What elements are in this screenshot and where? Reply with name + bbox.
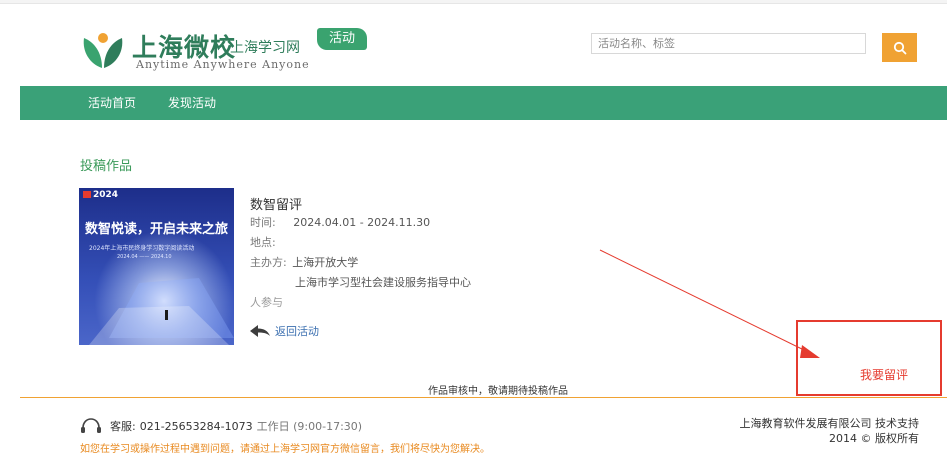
poster-image (79, 188, 234, 345)
place-label: 地点: (250, 236, 276, 249)
activity-place-row: 地点: (250, 234, 276, 250)
back-to-activity-link[interactable]: 返回活动 (250, 323, 319, 339)
poster-year: 2024 (93, 190, 119, 200)
nav-item-home[interactable]: 活动首页 (88, 86, 136, 120)
back-arrow-icon (250, 325, 270, 337)
section-title: 投稿作品 (80, 159, 133, 174)
organizer-label: 主办方: (250, 256, 287, 269)
activity-organizer-row: 主办方: 上海开放大学 (250, 254, 358, 270)
search-input[interactable] (591, 33, 866, 54)
activity-title: 数智留评 (250, 198, 303, 213)
activity-time-row: 时间: 2024.04.01 - 2024.11.30 (250, 214, 430, 230)
main-nav: 活动首页 发现活动 (20, 86, 947, 120)
footer-credits: 上海教育软件发展有限公司 技术支持 2014 © 版权所有 (740, 416, 920, 446)
time-label: 时间: (250, 216, 276, 229)
magnifier-icon (893, 41, 906, 54)
help-notice: 如您在学习或操作过程中遇到问题，请通过上海学习网官方微信留言，我们将尽快为您解决… (80, 444, 490, 455)
participants-count: 人参与 (250, 296, 283, 309)
poster-dates: 2024.04 —— 2024.10 (117, 254, 172, 260)
annotation-highlight-box (796, 320, 942, 396)
search-button[interactable] (882, 33, 917, 62)
poster-headline: 数智悦读，开启未来之旅 (85, 222, 229, 237)
activity-poster[interactable]: 2024 数智悦读，开启未来之旅 2024年上海市民终身学习数字阅读活动 202… (79, 188, 234, 345)
comment-button[interactable]: 我要留评 (860, 366, 908, 383)
nav-item-discover[interactable]: 发现活动 (168, 86, 216, 120)
tech-support: 上海教育软件发展有限公司 技术支持 (739, 417, 920, 430)
service-hours: 工作日 (9:00-17:30) (256, 420, 363, 433)
site-logo[interactable]: 上海微校 上海学习网 活动 Anytime Anywhere Anyone (80, 26, 380, 76)
leaf-logo-icon (83, 33, 123, 68)
service-phone: 021-25653284-1073 (139, 419, 253, 433)
logo-tagline: Anytime Anywhere Anyone (136, 58, 310, 71)
time-value: 2024.04.01 - 2024.11.30 (293, 216, 431, 229)
logo-subtitle: 上海学习网 (230, 40, 300, 56)
customer-service: 客服: 021-25653284-1073 工作日 (9:00-17:30) (80, 418, 362, 434)
back-link-label: 返回活动 (275, 325, 319, 338)
service-label: 客服: (110, 420, 136, 433)
review-notice: 作品审核中，敬请期待投稿作品 (428, 386, 568, 397)
poster-caption: 2024年上海市民终身学习数字阅读活动 (89, 245, 195, 252)
logo-badge: 活动 (317, 28, 367, 50)
copyright: 2014 © 版权所有 (829, 432, 919, 445)
organizer-1: 上海开放大学 (292, 256, 359, 269)
headset-icon (81, 418, 101, 433)
footer-divider (20, 397, 947, 398)
organizer-2: 上海市学习型社会建设服务指导中心 (295, 276, 471, 289)
top-strip (0, 0, 947, 4)
